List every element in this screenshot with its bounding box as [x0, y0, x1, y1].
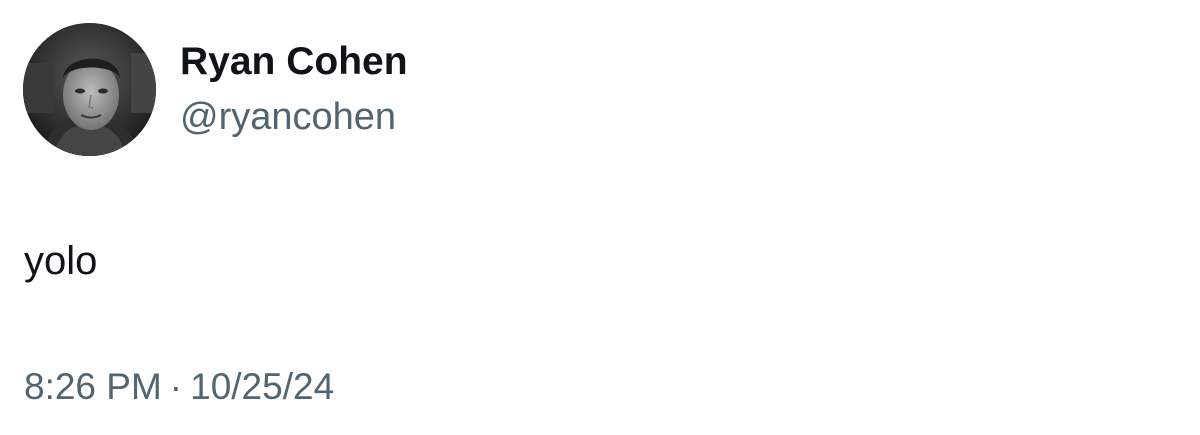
author-handle[interactable]: @ryancohen [180, 94, 396, 140]
tweet-card: Ryan Cohen @ryancohen yolo 8:26 PM · 10/25… [0, 0, 1200, 435]
tweet-time[interactable]: 8:26 PM [24, 366, 162, 407]
profile-photo-icon [23, 23, 156, 156]
tweet-date[interactable]: 10/25/24 [190, 366, 334, 407]
author-display-name[interactable]: Ryan Cohen [180, 39, 408, 85]
avatar[interactable] [23, 23, 156, 156]
tweet-meta: 8:26 PM · 10/25/24 [24, 364, 334, 410]
meta-separator: · [169, 366, 183, 407]
tweet-text: yolo [24, 239, 98, 283]
